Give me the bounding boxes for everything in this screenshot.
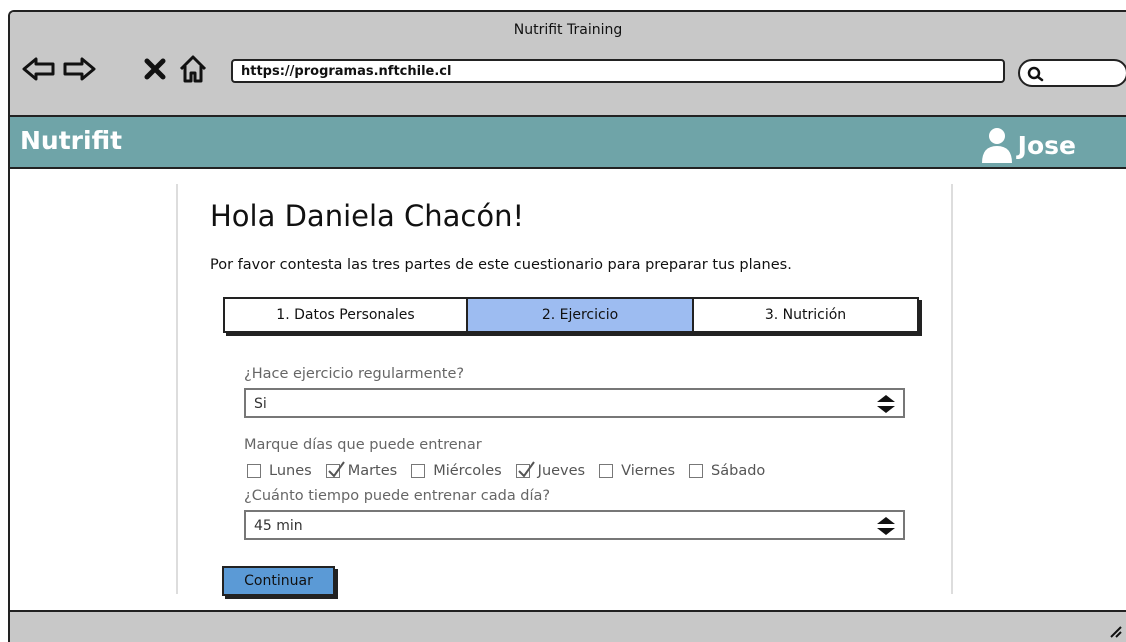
browser-window: Nutrifit Training https://programas.nftc…: [8, 10, 1126, 642]
greeting-heading: Hola Daniela Chacón!: [210, 199, 525, 233]
stop-x-icon[interactable]: [136, 52, 174, 86]
day-label-miercoles: Miércoles: [433, 463, 502, 479]
day-label-lunes: Lunes: [269, 463, 312, 479]
select-updown-icon: [877, 517, 895, 535]
url-field[interactable]: https://programas.nftchile.cl: [231, 59, 1005, 83]
day-checkbox-martes[interactable]: Martes: [325, 461, 398, 479]
time-select-value: 45 min: [254, 518, 303, 534]
user-menu[interactable]: Jose: [980, 126, 1076, 164]
exercise-select[interactable]: Si: [244, 388, 905, 418]
search-icon: [1027, 66, 1044, 82]
card-right-edge: [951, 184, 953, 594]
time-select[interactable]: 45 min: [244, 510, 905, 540]
day-checkbox-sabado[interactable]: Sábado: [689, 463, 765, 479]
page-content: Hola Daniela Chacón! Por favor contesta …: [10, 169, 1126, 612]
day-checkbox-miercoles[interactable]: Miércoles: [411, 463, 502, 479]
checkbox-unchecked[interactable]: [599, 464, 614, 478]
day-checkbox-lunes[interactable]: Lunes: [247, 463, 312, 479]
tab-datos-personales[interactable]: 1. Datos Personales: [225, 299, 466, 331]
exercise-question-label: ¿Hace ejercicio regularmente?: [244, 366, 465, 382]
day-checkbox-viernes[interactable]: Viernes: [599, 463, 675, 479]
back-arrow-icon[interactable]: [20, 52, 58, 86]
day-label-viernes: Viernes: [621, 463, 676, 479]
day-label-jueves: Jueves: [537, 463, 586, 479]
questionnaire-tabs: 1. Datos Personales 2. Ejercicio 3. Nutr…: [223, 297, 919, 333]
checkbox-unchecked[interactable]: [411, 464, 426, 478]
checkbox-unchecked[interactable]: [247, 464, 261, 478]
user-name: Jose: [1017, 130, 1076, 160]
day-label-martes: Martes: [347, 463, 398, 479]
brand-logo[interactable]: Nutrifit: [20, 126, 122, 155]
continue-button[interactable]: Continuar: [222, 566, 335, 596]
window-title: Nutrifit Training: [513, 22, 623, 38]
checkbox-checked[interactable]: [515, 461, 535, 478]
browser-statusbar: [10, 610, 1126, 642]
forward-arrow-icon[interactable]: [60, 52, 98, 86]
user-avatar-icon: [981, 128, 1012, 163]
days-checkbox-group: Lunes Martes Miércoles Jueves Viernes Sá…: [247, 461, 779, 479]
instructions-text: Por favor contesta las tres partes de es…: [210, 257, 792, 273]
tab-ejercicio[interactable]: 2. Ejercicio: [466, 299, 692, 331]
browser-titlebar: Nutrifit Training https://programas.nftc…: [10, 12, 1126, 117]
day-checkbox-jueves[interactable]: Jueves: [515, 461, 586, 479]
checkbox-checked[interactable]: [325, 461, 345, 478]
checkbox-unchecked[interactable]: [689, 464, 704, 478]
home-icon[interactable]: [174, 52, 212, 86]
checkmark-icon: [327, 461, 345, 478]
checkmark-icon: [517, 461, 535, 478]
resize-grip-icon[interactable]: [1108, 624, 1122, 638]
card-left-edge: [176, 184, 178, 594]
time-question-label: ¿Cuánto tiempo puede entrenar cada día?: [244, 488, 551, 504]
days-label: Marque días que puede entrenar: [244, 437, 482, 453]
select-updown-icon: [877, 395, 895, 413]
browser-search-field[interactable]: [1018, 59, 1126, 87]
app-header: Nutrifit Jose: [10, 117, 1126, 169]
tab-nutricion[interactable]: 3. Nutrición: [692, 299, 917, 331]
exercise-select-value: Si: [254, 396, 267, 412]
day-label-sabado: Sábado: [711, 463, 766, 479]
